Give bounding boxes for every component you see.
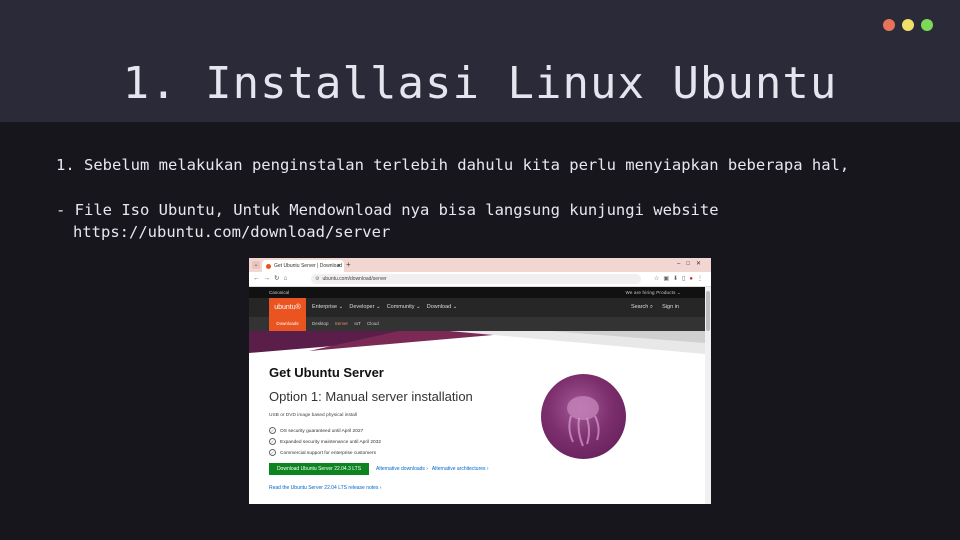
- nav-community[interactable]: Community ⌄: [387, 304, 421, 310]
- window-controls[interactable]: –□✕: [677, 260, 707, 267]
- browser-screenshot: ⌄ Get Ubuntu Server | Download ✕ + –□✕ ←…: [249, 258, 711, 504]
- nav-right: Search ⌕ Sign in: [631, 298, 679, 317]
- nav-developer[interactable]: Developer ⌄: [349, 304, 380, 310]
- close-tab-icon[interactable]: ✕: [337, 260, 341, 272]
- red-dot-icon: [883, 19, 895, 31]
- feature-item: ✓ Commercial support for enterprise custo…: [269, 449, 376, 456]
- nav-download[interactable]: Download ⌄: [427, 304, 458, 310]
- slide-header: 1. Installasi Linux Ubuntu: [0, 0, 960, 122]
- option-heading: Option 1: Manual server installation: [269, 389, 473, 404]
- site-info-icon[interactable]: ⚙: [315, 276, 319, 282]
- subnav-cloud[interactable]: Cloud: [367, 321, 379, 326]
- check-icon: ✓: [269, 438, 276, 445]
- alternative-architectures-link[interactable]: Alternative architectures ›: [432, 466, 489, 472]
- yellow-dot-icon: [902, 19, 914, 31]
- canonical-bar: Canonical We are hiring Products ⌄: [249, 287, 705, 298]
- window-dots: [883, 19, 933, 31]
- usb-text: USB or DVD image based physical install: [269, 413, 357, 418]
- address-bar: ←→↻⌂ ⚙ ubuntu.com/download/server ☆▣⬇▯●⋮: [249, 272, 711, 287]
- ubuntu-favicon-icon: [266, 263, 271, 269]
- browser-tab[interactable]: Get Ubuntu Server | Download ✕: [262, 260, 344, 272]
- feature-item: ✓ Expanded security maintenance until Apr…: [269, 438, 381, 445]
- ubuntu-logo[interactable]: ubuntu®: [269, 298, 306, 317]
- jellyfish-icon: [567, 396, 600, 447]
- subnav-desktop[interactable]: Desktop: [312, 321, 329, 326]
- check-icon: ✓: [269, 449, 276, 456]
- slide-title: 1. Installasi Linux Ubuntu: [122, 58, 838, 109]
- jellyfish-image: [541, 374, 626, 459]
- extension-icons[interactable]: ☆▣⬇▯●⋮: [654, 274, 707, 284]
- subnav-downloads[interactable]: Downloads: [269, 317, 306, 331]
- url-field[interactable]: ⚙ ubuntu.com/download/server: [311, 274, 641, 284]
- subnav-server[interactable]: Server: [335, 321, 348, 326]
- page-heading: Get Ubuntu Server: [269, 365, 384, 380]
- main-nav: ubuntu® Enterprise ⌄ Developer ⌄ Communi…: [249, 298, 705, 317]
- ubuntu-site: Canonical We are hiring Products ⌄ ubunt…: [249, 287, 705, 504]
- tab-list-icon[interactable]: ⌄: [252, 261, 260, 269]
- subnav-iot[interactable]: IoT: [354, 321, 360, 326]
- release-notes-link[interactable]: Read the Ubuntu Server 22.04 LTS release…: [269, 485, 381, 491]
- canonical-link[interactable]: Canonical: [269, 287, 289, 298]
- tab-title: Get Ubuntu Server | Download: [274, 263, 343, 269]
- browser-tab-bar: ⌄ Get Ubuntu Server | Download ✕ + –□✕: [249, 258, 711, 272]
- iso-file-text: - File Iso Ubuntu, Untuk Mendownload nya…: [56, 201, 719, 219]
- search-icon[interactable]: ⌕: [650, 304, 653, 310]
- alternative-downloads-link[interactable]: Alternative downloads ›: [376, 466, 428, 472]
- feature-text: Commercial support for enterprise custom…: [280, 450, 376, 456]
- suru-banner: [249, 331, 705, 354]
- feature-text: OS security guaranteed until April 2027: [280, 428, 364, 434]
- signin-link[interactable]: Sign in: [662, 304, 679, 310]
- scrollbar[interactable]: [705, 287, 711, 504]
- new-tab-icon[interactable]: +: [346, 260, 351, 270]
- feature-item: ✓ OS security guaranteed until April 2027: [269, 427, 363, 434]
- sub-nav: Downloads Desktop Server IoT Cloud: [249, 317, 705, 331]
- alt-links: Alternative downloads › Alternative arch…: [376, 463, 489, 475]
- url-text: ubuntu.com/download/server: [322, 276, 387, 282]
- top-right-links[interactable]: We are hiring Products ⌄: [625, 287, 681, 298]
- subnav-items: Desktop Server IoT Cloud: [312, 317, 379, 331]
- scrollbar-thumb[interactable]: [706, 291, 710, 331]
- search-link[interactable]: Search: [631, 304, 648, 310]
- download-server-button[interactable]: Download Ubuntu Server 22.04.3 LTS: [269, 463, 369, 475]
- nav-menu: Enterprise ⌄ Developer ⌄ Community ⌄ Dow…: [312, 298, 457, 317]
- nav-buttons[interactable]: ←→↻⌂: [253, 274, 291, 284]
- nav-enterprise[interactable]: Enterprise ⌄: [312, 304, 343, 310]
- check-icon: ✓: [269, 427, 276, 434]
- green-dot-icon: [921, 19, 933, 31]
- step-one-text: 1. Sebelum melakukan penginstalan terleb…: [56, 156, 850, 174]
- feature-text: Expanded security maintenance until Apri…: [280, 439, 382, 445]
- download-url-text: https://ubuntu.com/download/server: [73, 223, 391, 241]
